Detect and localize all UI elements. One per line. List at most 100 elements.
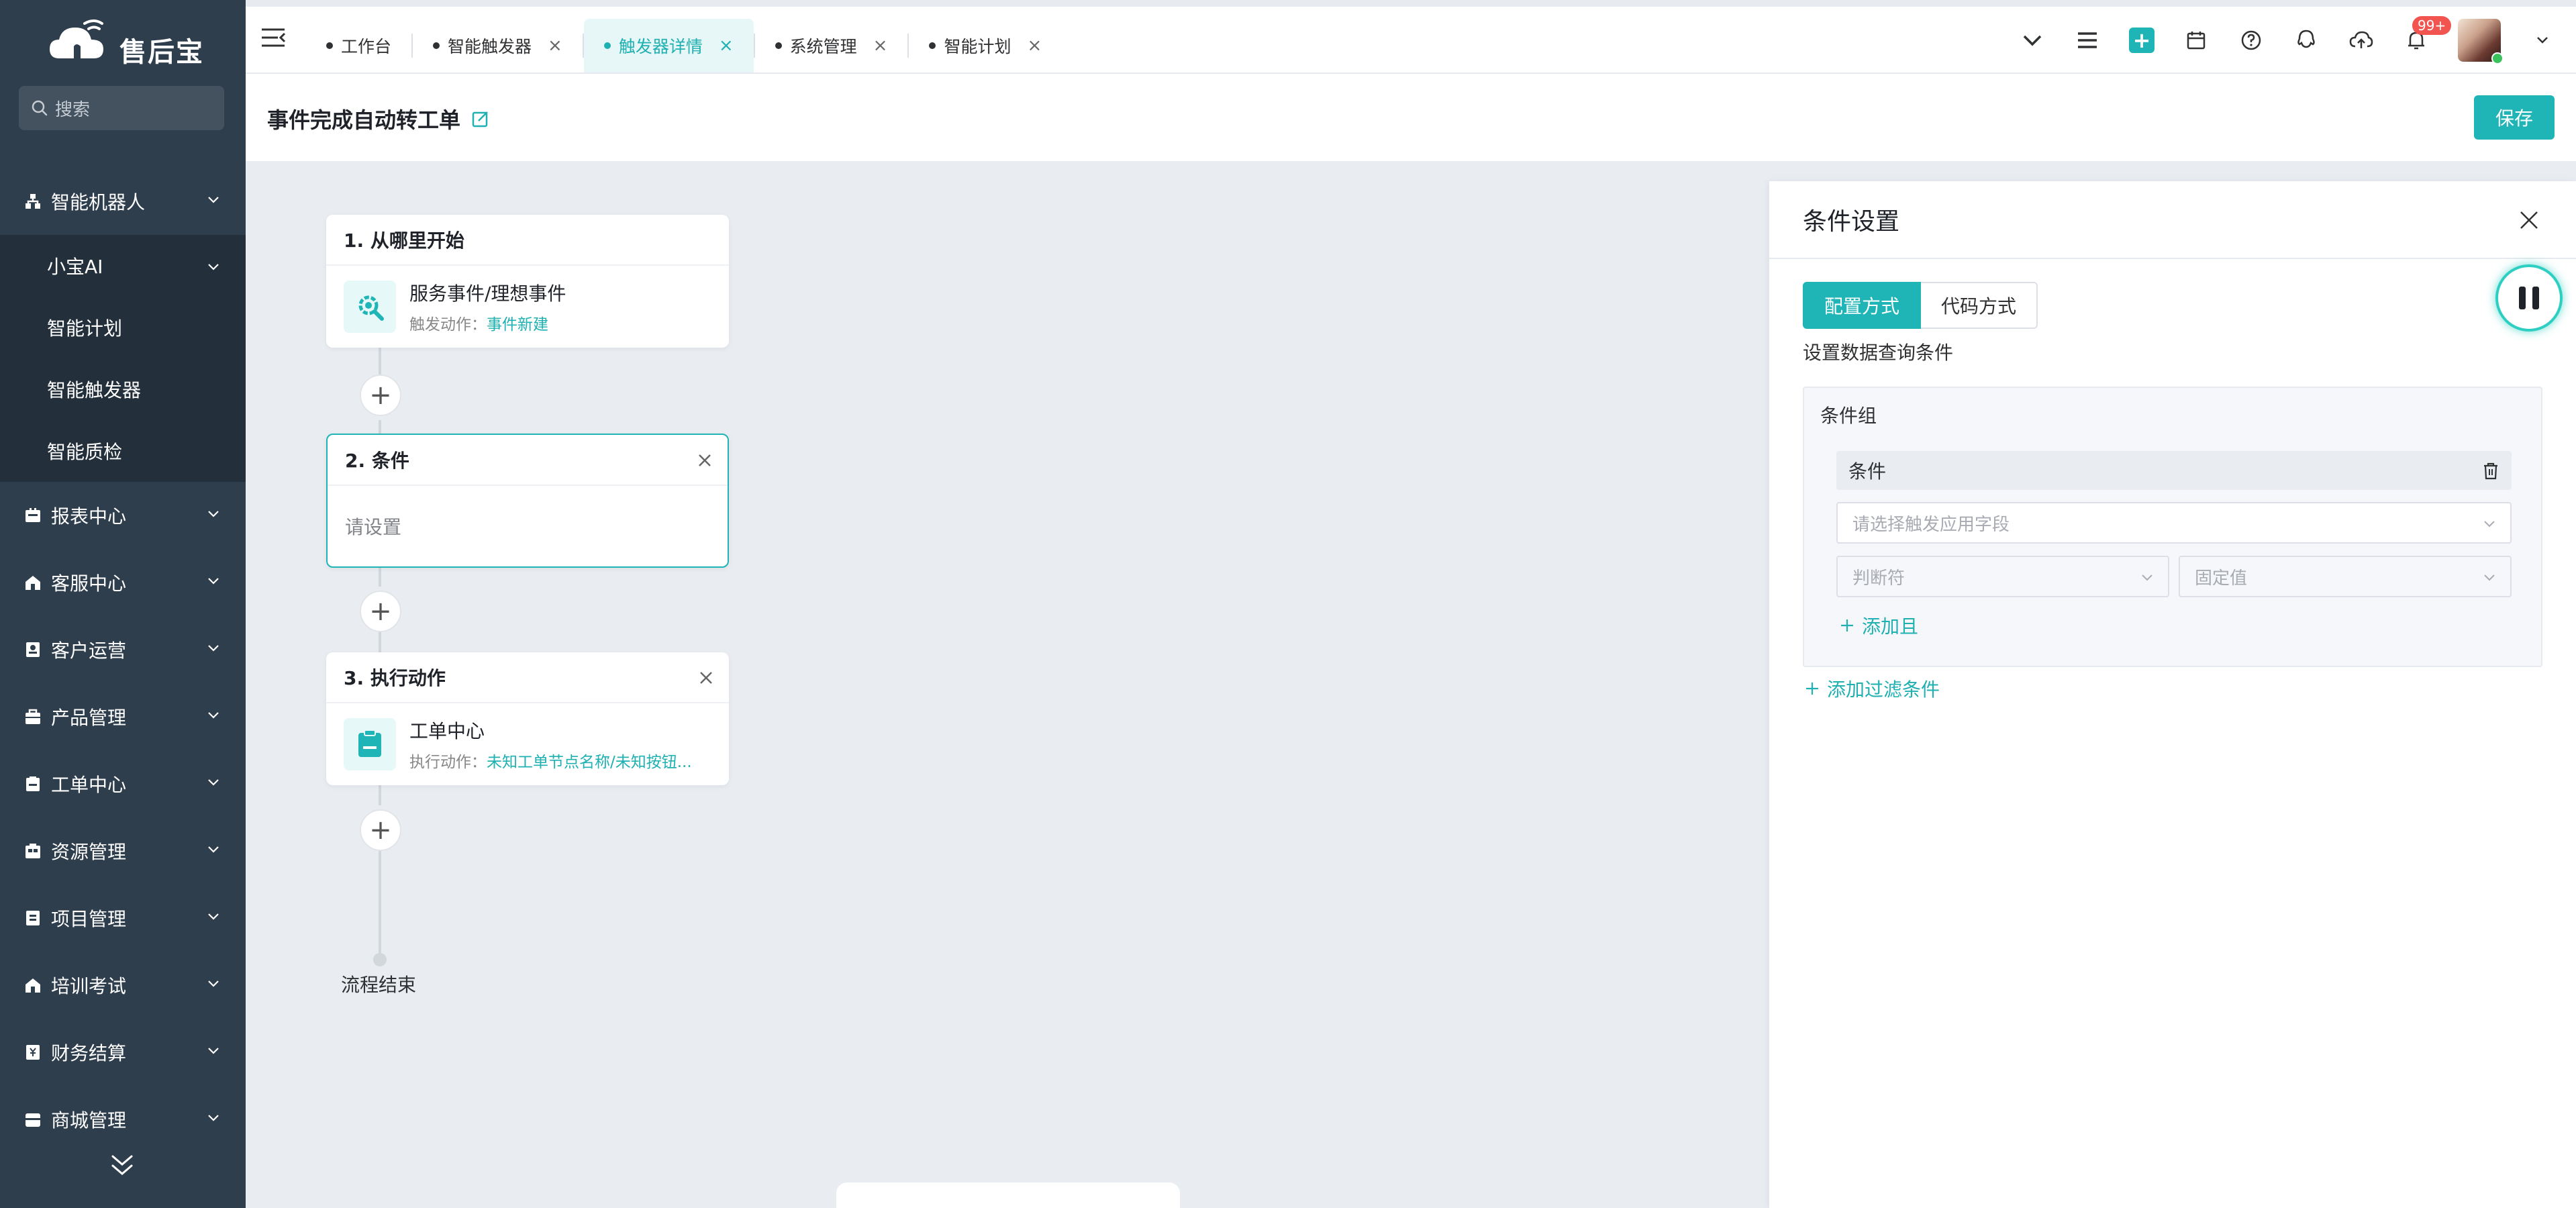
close-icon[interactable]: × bbox=[719, 36, 734, 56]
mode-config-button[interactable]: 配置方式 bbox=[1803, 282, 1922, 329]
sidebar-item-robot[interactable]: 智能机器人 bbox=[0, 168, 246, 235]
plus-icon bbox=[1841, 619, 1853, 632]
cloud-upload-icon[interactable] bbox=[2348, 27, 2375, 54]
add-filter-button[interactable]: 添加过滤条件 bbox=[1804, 675, 1940, 702]
sidebar-item-label: 商城管理 bbox=[51, 1109, 127, 1131]
logo-icon bbox=[50, 19, 103, 58]
brand-name: 售后宝 bbox=[119, 37, 204, 68]
close-icon[interactable] bbox=[698, 670, 714, 686]
flow-connector bbox=[379, 345, 381, 374]
page-title-text: 事件完成自动转工单 bbox=[267, 107, 461, 133]
sidebar-item-xiaobao-ai[interactable]: 小宝AI bbox=[0, 235, 246, 297]
brand-logo[interactable]: 售后宝 bbox=[47, 13, 204, 74]
menu-fold-icon[interactable] bbox=[260, 27, 286, 48]
sidebar-item-label: 小宝AI bbox=[47, 256, 103, 278]
customer-icon bbox=[23, 640, 43, 660]
step-header: 3. 执行动作 bbox=[326, 652, 729, 703]
training-icon bbox=[23, 975, 43, 995]
chevron-down-icon bbox=[2484, 574, 2495, 581]
flow-connector bbox=[379, 632, 381, 654]
action-target: 工单中心 bbox=[409, 720, 485, 742]
sidebar-item-mall[interactable]: 商城管理 bbox=[0, 1086, 246, 1153]
add-and-label: 添加且 bbox=[1862, 615, 1919, 638]
sidebar-item-label: 资源管理 bbox=[51, 841, 127, 863]
add-step-button[interactable]: + bbox=[360, 591, 401, 632]
sidebar-item-ticket[interactable]: 工单中心 bbox=[0, 750, 246, 817]
sidebar-item-product[interactable]: 产品管理 bbox=[0, 683, 246, 750]
flow-step-condition[interactable]: 2. 条件 请设置 bbox=[326, 434, 729, 568]
search-input[interactable]: 搜索 bbox=[19, 86, 224, 130]
select-placeholder: 请选择触发应用字段 bbox=[1852, 514, 2010, 535]
condition-label: 条件 bbox=[1848, 460, 1887, 483]
sidebar-item-finance[interactable]: 财务结算 bbox=[0, 1019, 246, 1086]
chevron-down-icon[interactable] bbox=[2019, 27, 2046, 54]
sidebar-item-training[interactable]: 培训考试 bbox=[0, 952, 246, 1019]
sidebar-item-report[interactable]: 报表中心 bbox=[0, 482, 246, 549]
tab-dot bbox=[775, 42, 782, 49]
close-icon[interactable]: × bbox=[548, 36, 562, 56]
chevron-down-icon bbox=[208, 1048, 219, 1054]
tab-system-admin[interactable]: 系统管理 × bbox=[755, 19, 908, 72]
avatar[interactable] bbox=[2458, 19, 2504, 64]
tab-workbench[interactable]: 工作台 bbox=[306, 19, 411, 72]
flow-canvas[interactable]: 1. 从哪里开始 服务事件/理想事件 触发动作：事件新建 + 2. 条件 请设置… bbox=[246, 161, 1769, 1208]
close-icon[interactable]: × bbox=[873, 36, 888, 56]
select-placeholder: 判断符 bbox=[1852, 568, 1905, 589]
panel-title: 条件设置 bbox=[1803, 208, 1900, 236]
sidebar-item-customer[interactable]: 客户运营 bbox=[0, 616, 246, 683]
caret-down-icon[interactable] bbox=[2529, 27, 2556, 54]
sidebar-item-smart-plan[interactable]: 智能计划 bbox=[0, 297, 246, 358]
calendar-icon[interactable] bbox=[2183, 27, 2210, 54]
tab-label: 触发器详情 bbox=[618, 37, 703, 56]
add-step-button[interactable]: + bbox=[360, 374, 401, 416]
close-icon[interactable]: × bbox=[1027, 36, 1042, 56]
sidebar-item-label: 客户运营 bbox=[51, 640, 127, 662]
trigger-action-value[interactable]: 事件新建 bbox=[487, 316, 548, 334]
sidebar-item-label: 项目管理 bbox=[51, 908, 127, 930]
plus-icon bbox=[1806, 683, 1818, 695]
action-detail-value[interactable]: 未知工单节点名称/未知按钮... bbox=[487, 754, 692, 771]
help-icon[interactable] bbox=[2238, 27, 2265, 54]
sidebar-item-smart-trigger[interactable]: 智能触发器 bbox=[0, 358, 246, 420]
list-icon[interactable] bbox=[2074, 27, 2101, 54]
add-step-button[interactable]: + bbox=[360, 809, 401, 851]
field-select[interactable]: 请选择触发应用字段 bbox=[1836, 502, 2512, 544]
flow-end-dot bbox=[373, 953, 387, 966]
close-icon[interactable] bbox=[2518, 209, 2540, 231]
sidebar-item-service[interactable]: 客服中心 bbox=[0, 549, 246, 616]
flow-step-start[interactable]: 1. 从哪里开始 服务事件/理想事件 触发动作：事件新建 bbox=[326, 215, 729, 348]
online-status-dot bbox=[2491, 52, 2504, 64]
operator-select[interactable]: 判断符 bbox=[1836, 556, 2169, 597]
mode-code-button[interactable]: 代码方式 bbox=[1921, 282, 2038, 329]
save-button[interactable]: 保存 bbox=[2474, 95, 2555, 140]
tab-smart-plan[interactable]: 智能计划 × bbox=[909, 19, 1062, 72]
sidebar-item-project[interactable]: 项目管理 bbox=[0, 885, 246, 952]
sidebar-item-label: 工单中心 bbox=[51, 774, 127, 796]
pause-button[interactable] bbox=[2495, 264, 2563, 332]
qq-icon[interactable] bbox=[2293, 27, 2320, 54]
value-select[interactable]: 固定值 bbox=[2179, 556, 2512, 597]
tab-smart-trigger[interactable]: 智能触发器 × bbox=[413, 19, 583, 72]
flow-step-action[interactable]: 3. 执行动作 工单中心 执行动作：未知工单节点名称/未知按钮... bbox=[326, 652, 729, 785]
tab-dot bbox=[929, 42, 936, 49]
chevron-down-icon bbox=[208, 1115, 219, 1121]
sidebar-item-label: 培训考试 bbox=[51, 975, 127, 997]
step-title: 2. 条件 bbox=[345, 450, 409, 472]
double-chevron-down-icon[interactable] bbox=[107, 1151, 137, 1180]
sidebar-item-label: 智能计划 bbox=[47, 317, 123, 340]
canvas-bottom-toolbar[interactable] bbox=[836, 1182, 1180, 1208]
mall-icon bbox=[23, 1109, 43, 1129]
edit-icon[interactable] bbox=[471, 109, 490, 128]
tab-trigger-detail[interactable]: 触发器详情 × bbox=[583, 19, 754, 72]
sidebar-item-resource[interactable]: 资源管理 bbox=[0, 817, 246, 885]
add-and-button[interactable]: 添加且 bbox=[1839, 612, 1918, 639]
sidebar-item-smart-qc[interactable]: 智能质检 bbox=[0, 420, 246, 482]
chevron-down-icon bbox=[208, 846, 219, 853]
close-icon[interactable] bbox=[697, 452, 713, 468]
bell-icon[interactable]: 99+ bbox=[2403, 16, 2452, 54]
resource-icon bbox=[23, 841, 43, 861]
pause-bar bbox=[2532, 287, 2539, 309]
chevron-down-icon bbox=[208, 645, 219, 652]
trash-icon[interactable] bbox=[2482, 462, 2499, 481]
add-icon[interactable]: + bbox=[2129, 28, 2154, 53]
